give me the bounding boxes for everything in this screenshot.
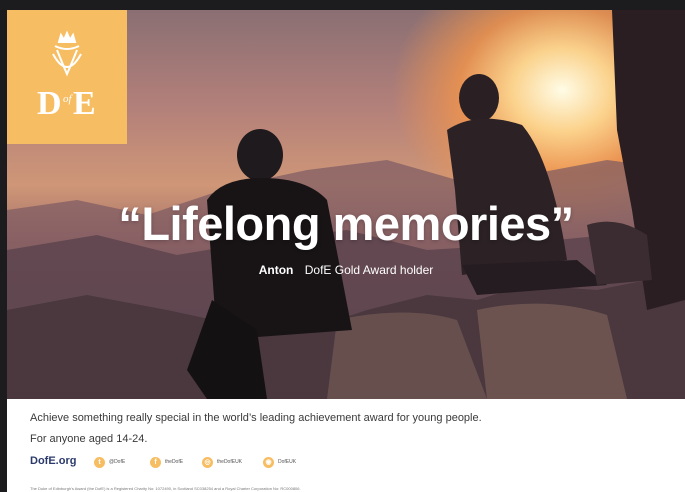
age-line: For anyone aged 14-24. (30, 433, 148, 445)
social-label: @DofE (109, 459, 126, 465)
svg-text:D: D (37, 85, 62, 122)
attribution: Anton DofE Gold Award holder (7, 263, 685, 277)
svg-text:E: E (73, 85, 96, 122)
footer: Achieve something really special in the … (7, 399, 685, 492)
headline-quote: “Lifelong memories” (118, 197, 574, 250)
instagram-icon: ◎ (202, 456, 213, 468)
legal-text: The Duke of Edinburgh's Award (the DofE)… (30, 486, 301, 491)
crown-logo-icon: D of E (37, 30, 96, 122)
attribution-name: Anton (258, 263, 294, 277)
tagline: Achieve something really special in the … (30, 412, 482, 424)
social-label: theDofE (165, 459, 184, 465)
attribution-title: DofE Gold Award holder (304, 263, 434, 277)
dofe-poster: D of E “Lifelong memories” Anton DofE Go… (7, 10, 685, 492)
social-label: theDofEUK (217, 459, 243, 465)
social-twitter[interactable]: t @DofE (94, 454, 125, 470)
twitter-icon: t (94, 456, 105, 468)
dofe-logo: D of E (7, 10, 127, 144)
other-social-icon: ◉ (263, 456, 274, 468)
social-label: DofEUK (278, 459, 297, 465)
svg-text:of: of (63, 93, 74, 105)
site-link[interactable]: DofE.org (30, 455, 76, 467)
social-other[interactable]: ◉ DofEUK (263, 454, 296, 470)
social-instagram[interactable]: ◎ theDofEUK (202, 454, 242, 470)
social-facebook[interactable]: f theDofE (150, 454, 183, 470)
facebook-icon: f (150, 456, 161, 468)
social-row: DofE.org t @DofE f theDofE ◎ theDofEUK ◉… (30, 454, 670, 470)
